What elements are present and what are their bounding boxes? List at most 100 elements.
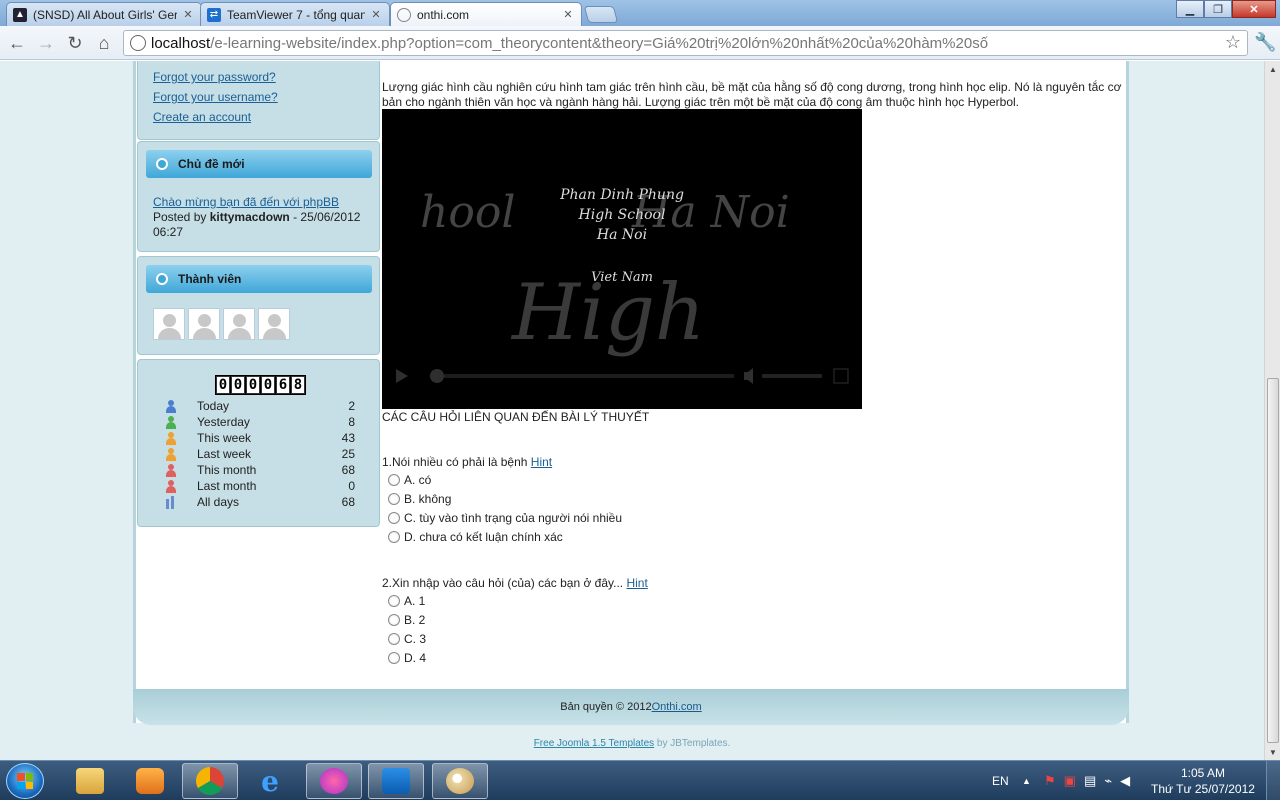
- forgot-username-link[interactable]: Forgot your username?: [153, 90, 278, 104]
- template-credits: Free Joomla 1.5 Templates by JBTemplates…: [0, 738, 1264, 749]
- address-bar[interactable]: localhost/e-learning-website/index.php?o…: [123, 30, 1248, 56]
- close-tab-icon[interactable]: ✕: [181, 8, 195, 21]
- stat-this-month: This month 68: [165, 462, 355, 478]
- bookmark-star-icon[interactable]: ☆: [1225, 32, 1241, 53]
- taskbar-explorer[interactable]: [62, 763, 118, 799]
- seek-handle[interactable]: [430, 369, 444, 383]
- taskbar-messenger[interactable]: [306, 763, 362, 799]
- counter-digit: 0: [261, 376, 275, 394]
- volume-icon[interactable]: ◀: [1120, 773, 1130, 789]
- answer-option[interactable]: B. 2: [388, 612, 425, 628]
- hint-link[interactable]: Hint: [626, 576, 647, 590]
- answer-option[interactable]: B. không: [388, 491, 451, 507]
- posted-by-label: Posted by: [153, 210, 207, 224]
- taskbar-chrome[interactable]: [182, 763, 238, 799]
- person-icon: [165, 399, 177, 413]
- fullscreen-icon[interactable]: [833, 368, 849, 384]
- taskbar-teamviewer[interactable]: [368, 763, 424, 799]
- seek-bar[interactable]: [444, 374, 734, 378]
- person-icon: [165, 431, 177, 445]
- scroll-down-arrow-icon[interactable]: ▼: [1265, 744, 1280, 760]
- start-button[interactable]: [6, 763, 44, 799]
- stat-value: 8: [348, 415, 355, 429]
- restore-button[interactable]: ❐: [1204, 0, 1232, 18]
- scroll-up-arrow-icon[interactable]: ▲: [1265, 61, 1280, 77]
- template-credits-link[interactable]: Free Joomla 1.5 Templates: [534, 738, 654, 749]
- member-avatar[interactable]: [258, 308, 290, 340]
- stat-label: Yesterday: [197, 415, 250, 429]
- close-tab-icon[interactable]: ✕: [561, 8, 575, 21]
- video-player[interactable]: hool Ha Noi High Phan Dinh Phung High Sc…: [382, 109, 862, 409]
- tab-teamviewer[interactable]: ⇄ TeamViewer 7 - tổng quan ✕: [200, 2, 390, 26]
- forward-arrow-icon[interactable]: →: [35, 32, 57, 54]
- topic-link[interactable]: Chào mừng bạn đã đến với phpBB: [153, 195, 339, 209]
- wrench-menu-icon[interactable]: 🔧: [1254, 32, 1276, 53]
- member-avatar[interactable]: [223, 308, 255, 340]
- counter-digit: 0: [216, 376, 230, 394]
- window-controls: ▁ ❐ ✕: [1176, 0, 1276, 18]
- radio-button[interactable]: [388, 493, 400, 505]
- security-alert-icon[interactable]: ▣: [1064, 773, 1076, 789]
- play-icon[interactable]: [396, 369, 408, 383]
- home-icon[interactable]: ⌂: [93, 32, 115, 54]
- bar-chart-icon: [165, 495, 177, 509]
- radio-button[interactable]: [388, 474, 400, 486]
- taskbar-media-player[interactable]: [122, 763, 178, 799]
- internet-explorer-icon: e: [261, 764, 279, 798]
- answer-option[interactable]: C. 3: [388, 631, 426, 647]
- site-link[interactable]: Onthi.com: [652, 701, 702, 713]
- person-icon: [165, 447, 177, 461]
- radio-button[interactable]: [388, 531, 400, 543]
- radio-button[interactable]: [388, 595, 400, 607]
- page-info-icon[interactable]: [130, 35, 146, 51]
- usb-icon[interactable]: ⌁: [1104, 773, 1112, 789]
- volume-icon[interactable]: [744, 368, 753, 384]
- flag-alert-icon[interactable]: ⚑: [1044, 773, 1056, 789]
- taskbar-ie[interactable]: e: [242, 763, 298, 799]
- answer-option[interactable]: A. 1: [388, 593, 425, 609]
- hint-link[interactable]: Hint: [531, 455, 552, 469]
- counter-digit: 0: [246, 376, 260, 394]
- taskbar-paint[interactable]: [432, 763, 488, 799]
- video-controls[interactable]: [396, 368, 849, 384]
- close-window-button[interactable]: ✕: [1232, 0, 1276, 18]
- snsd-favicon-icon: ▲: [13, 7, 27, 22]
- member-avatar[interactable]: [153, 308, 185, 340]
- browser-toolbar: ← → ↻ ⌂ localhost/e-learning-website/ind…: [0, 26, 1280, 60]
- answer-option[interactable]: D. chưa có kết luận chính xác: [388, 529, 563, 545]
- answer-option[interactable]: C. tùy vào tình trạng của người nói nhiề…: [388, 510, 622, 526]
- new-tab-button[interactable]: [583, 6, 619, 23]
- network-icon[interactable]: ▤: [1084, 773, 1096, 789]
- forgot-password-link[interactable]: Forgot your password?: [153, 70, 276, 84]
- language-indicator[interactable]: EN: [992, 761, 1009, 800]
- reload-icon[interactable]: ↻: [64, 32, 86, 54]
- stat-all-days: All days 68: [165, 494, 355, 510]
- answer-option[interactable]: D. 4: [388, 650, 426, 666]
- radio-button[interactable]: [388, 614, 400, 626]
- globe-favicon-icon: [397, 7, 411, 22]
- create-account-link[interactable]: Create an account: [153, 110, 251, 124]
- clock[interactable]: 1:05 AM Thứ Tư 25/07/2012: [1148, 765, 1258, 797]
- scrollbar-thumb[interactable]: [1267, 378, 1279, 743]
- volume-slider[interactable]: [762, 374, 822, 378]
- windows-taskbar: e EN ▲ ⚑ ▣ ▤ ⌁ ◀ 1:05 AM Thứ Tư 25/07/20…: [0, 760, 1280, 800]
- tab-snsd[interactable]: ▲ (SNSD) All About Girls' Ger ✕: [6, 2, 202, 26]
- minimize-button[interactable]: ▁: [1176, 0, 1204, 18]
- member-avatar[interactable]: [188, 308, 220, 340]
- answer-option[interactable]: A. có: [388, 472, 431, 488]
- show-desktop-button[interactable]: [1266, 761, 1280, 800]
- tab-title: (SNSD) All About Girls' Ger: [33, 7, 177, 22]
- close-tab-icon[interactable]: ✕: [369, 8, 383, 21]
- tab-onthi[interactable]: onthi.com ✕: [390, 2, 582, 26]
- back-arrow-icon[interactable]: ←: [6, 32, 28, 54]
- radio-button[interactable]: [388, 512, 400, 524]
- question-text: 2.Xin nhập vào câu hỏi (của) các bạn ở đ…: [382, 576, 627, 590]
- counter-digit: 8: [291, 376, 305, 394]
- show-hidden-icons-icon[interactable]: ▲: [1022, 761, 1031, 800]
- radio-button[interactable]: [388, 652, 400, 664]
- vertical-scrollbar[interactable]: ▲ ▼: [1264, 61, 1280, 760]
- radio-button[interactable]: [388, 633, 400, 645]
- person-icon: [165, 415, 177, 429]
- clock-time: 1:05 AM: [1180, 766, 1226, 780]
- question-2: 2.Xin nhập vào câu hỏi (của) các bạn ở đ…: [382, 576, 648, 590]
